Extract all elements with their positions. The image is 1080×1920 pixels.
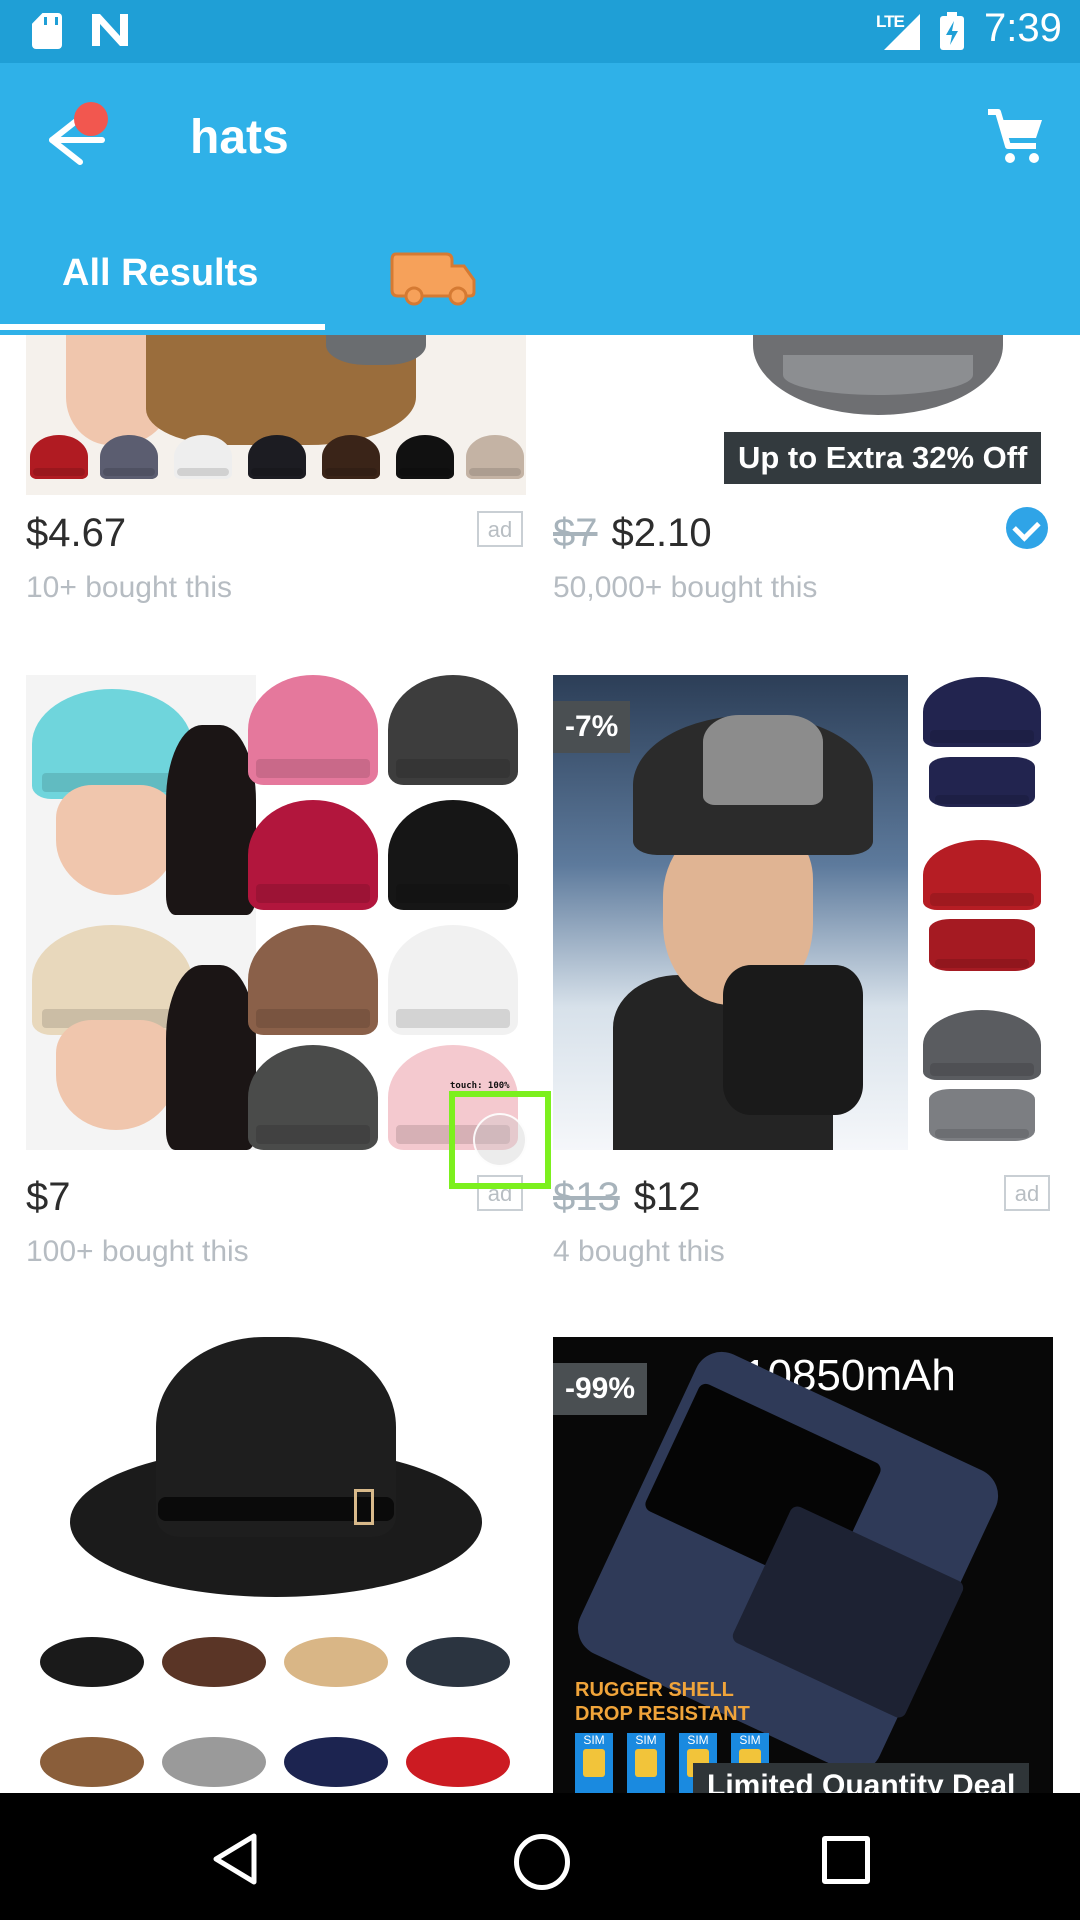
sold-count: 4 bought this	[553, 1235, 725, 1268]
product-price: $7	[26, 1175, 71, 1219]
product-card[interactable]: Up to Extra 32% Off $7 $2.10 50,000+ boug…	[540, 335, 1080, 635]
sold-count: 50,000+ bought this	[553, 571, 818, 604]
tab-all-results[interactable]: All Results	[62, 252, 258, 295]
product-card[interactable]: 10850mAh RUGGER SHELL DROP RESISTANT SIM…	[540, 1337, 1080, 1793]
cart-icon[interactable]	[986, 108, 1046, 166]
promo-banner: Up to Extra 32% Off	[724, 432, 1042, 484]
nav-recents-icon[interactable]	[822, 1836, 870, 1884]
nav-back-icon[interactable]	[210, 1832, 260, 1886]
discount-badge: -99%	[553, 1363, 648, 1415]
product-card[interactable]	[0, 1337, 540, 1793]
clock: 7:39	[984, 6, 1062, 50]
product-price: $13 $12	[553, 1175, 701, 1219]
product-card[interactable]: $4.67 ad 10+ bought this	[0, 335, 540, 635]
product-image[interactable]	[26, 1337, 526, 1793]
touch-point	[473, 1113, 527, 1167]
sd-card-icon	[32, 13, 62, 49]
delivery-truck-icon[interactable]	[388, 246, 478, 308]
image-line2: DROP RESISTANT	[575, 1703, 750, 1725]
sim-label: SIM	[583, 1733, 605, 1747]
ad-badge: ad	[477, 511, 523, 547]
product-card[interactable]: $7 ad 100+ bought this	[0, 675, 540, 1268]
verified-check-icon	[1006, 507, 1048, 549]
product-price: $7 $2.10	[553, 511, 712, 555]
n-notification-icon	[92, 14, 128, 46]
product-card[interactable]: -7% $13 $12 ad 4 bought this	[540, 675, 1080, 1268]
status-bar: LTE 7:39	[0, 0, 1080, 63]
product-image[interactable]	[26, 335, 526, 495]
product-image[interactable]	[26, 675, 526, 1150]
active-tab-indicator	[0, 324, 325, 330]
network-type: LTE	[876, 12, 905, 31]
promo-banner: Limited Quantity Deal	[693, 1763, 1030, 1793]
notification-dot	[74, 102, 108, 136]
original-price: $7	[553, 511, 598, 555]
sim-label: SIM	[739, 1733, 761, 1747]
nav-home-icon[interactable]	[514, 1834, 570, 1890]
touch-indicator-label: touch: 100%	[450, 1081, 510, 1091]
sold-count: 10+ bought this	[26, 571, 233, 604]
ad-badge: ad	[1004, 1175, 1050, 1211]
page-title: hats	[190, 111, 289, 164]
product-price: $4.67	[26, 511, 127, 555]
discount-badge: -7%	[553, 701, 631, 753]
results-grid[interactable]: $4.67 ad 10+ bought this Up to Extra 32%…	[0, 335, 1080, 1793]
sim-label: SIM	[635, 1733, 657, 1747]
sold-count: 100+ bought this	[26, 1235, 249, 1268]
sim-label: SIM	[687, 1733, 709, 1747]
original-price: $13	[553, 1175, 620, 1219]
battery-charging-icon	[940, 12, 964, 50]
image-line1: RUGGER SHELL	[575, 1679, 734, 1701]
